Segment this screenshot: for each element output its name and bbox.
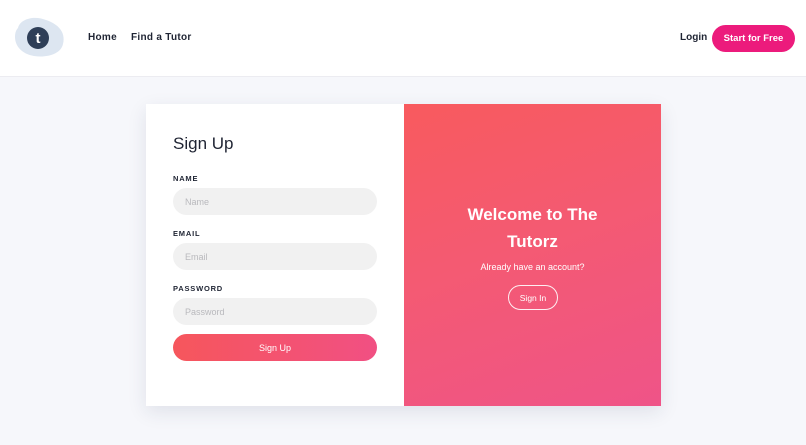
welcome-subtitle: Already have an account? (480, 262, 585, 272)
name-input[interactable] (173, 188, 377, 215)
start-for-free-button[interactable]: Start for Free (712, 25, 795, 52)
nav-link-find-tutor[interactable]: Find a Tutor (131, 32, 192, 43)
signup-form-panel: Sign Up NAME EMAIL PASSWORD Sign Up (146, 104, 404, 406)
welcome-panel: Welcome to The Tutorz Already have an ac… (404, 104, 661, 406)
logo[interactable]: t (14, 16, 66, 58)
email-input[interactable] (173, 243, 377, 270)
top-navbar: t Home Find a Tutor Login Start for Free (0, 0, 806, 77)
name-label: NAME (173, 174, 199, 183)
nav-link-home[interactable]: Home (88, 32, 117, 43)
tutorz-logo-icon: t (15, 17, 64, 57)
welcome-title: Welcome to The Tutorz (467, 205, 598, 251)
signup-card: Sign Up NAME EMAIL PASSWORD Sign Up Welc… (146, 104, 661, 406)
login-link[interactable]: Login (680, 32, 707, 43)
password-label: PASSWORD (173, 284, 224, 293)
email-label: EMAIL (173, 229, 201, 238)
signup-title: Sign Up (173, 134, 234, 153)
sign-up-button[interactable]: Sign Up (173, 334, 377, 361)
main-nav: Home Find a Tutor (88, 32, 192, 43)
sign-in-button[interactable]: Sign In (508, 285, 558, 310)
password-input[interactable] (173, 298, 377, 325)
logo-letter: t (36, 30, 41, 47)
